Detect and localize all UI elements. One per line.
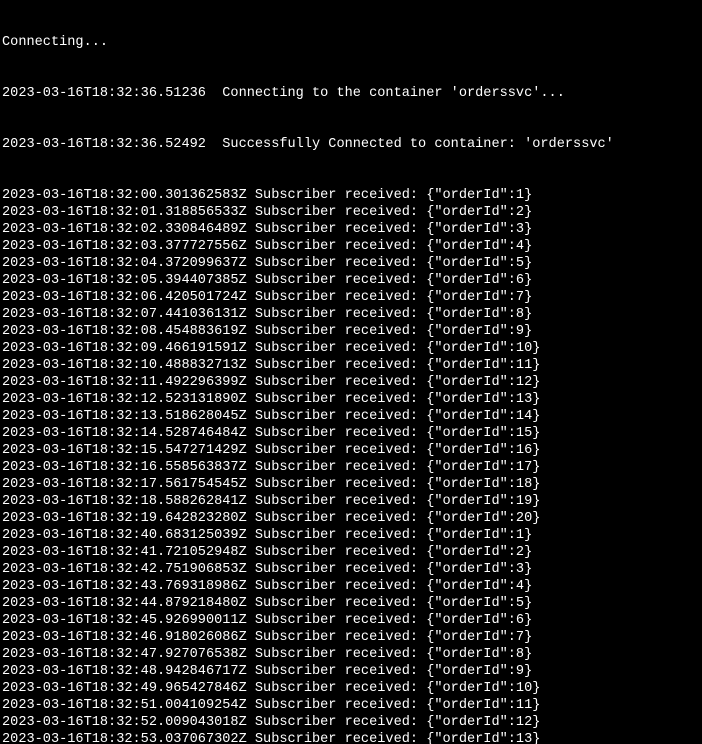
log-line: 2023-03-16T18:32:00.301362583Z Subscribe… xyxy=(2,187,700,204)
log-line: 2023-03-16T18:32:09.466191591Z Subscribe… xyxy=(2,340,700,357)
status-connected: 2023-03-16T18:32:36.52492 Successfully C… xyxy=(2,136,700,153)
log-line: 2023-03-16T18:32:18.588262841Z Subscribe… xyxy=(2,493,700,510)
log-line: 2023-03-16T18:32:19.642823280Z Subscribe… xyxy=(2,510,700,527)
log-line: 2023-03-16T18:32:05.394407385Z Subscribe… xyxy=(2,272,700,289)
log-line: 2023-03-16T18:32:49.965427846Z Subscribe… xyxy=(2,680,700,697)
log-line: 2023-03-16T18:32:16.558563837Z Subscribe… xyxy=(2,459,700,476)
log-line: 2023-03-16T18:32:52.009043018Z Subscribe… xyxy=(2,714,700,731)
log-lines: 2023-03-16T18:32:00.301362583Z Subscribe… xyxy=(2,187,700,744)
status-connect-attempt: 2023-03-16T18:32:36.51236 Connecting to … xyxy=(2,85,700,102)
status-connecting: Connecting... xyxy=(2,34,700,51)
log-line: 2023-03-16T18:32:40.683125039Z Subscribe… xyxy=(2,527,700,544)
log-line: 2023-03-16T18:32:15.547271429Z Subscribe… xyxy=(2,442,700,459)
log-line: 2023-03-16T18:32:53.037067302Z Subscribe… xyxy=(2,731,700,744)
log-line: 2023-03-16T18:32:08.454883619Z Subscribe… xyxy=(2,323,700,340)
log-line: 2023-03-16T18:32:14.528746484Z Subscribe… xyxy=(2,425,700,442)
log-line: 2023-03-16T18:32:06.420501724Z Subscribe… xyxy=(2,289,700,306)
log-line: 2023-03-16T18:32:03.377727556Z Subscribe… xyxy=(2,238,700,255)
log-line: 2023-03-16T18:32:42.751906853Z Subscribe… xyxy=(2,561,700,578)
log-line: 2023-03-16T18:32:07.441036131Z Subscribe… xyxy=(2,306,700,323)
log-line: 2023-03-16T18:32:41.721052948Z Subscribe… xyxy=(2,544,700,561)
terminal-output[interactable]: Connecting... 2023-03-16T18:32:36.51236 … xyxy=(0,0,702,744)
log-line: 2023-03-16T18:32:04.372099637Z Subscribe… xyxy=(2,255,700,272)
log-line: 2023-03-16T18:32:13.518628045Z Subscribe… xyxy=(2,408,700,425)
log-line: 2023-03-16T18:32:44.879218480Z Subscribe… xyxy=(2,595,700,612)
log-line: 2023-03-16T18:32:01.318856533Z Subscribe… xyxy=(2,204,700,221)
log-line: 2023-03-16T18:32:11.492296399Z Subscribe… xyxy=(2,374,700,391)
log-line: 2023-03-16T18:32:51.004109254Z Subscribe… xyxy=(2,697,700,714)
log-line: 2023-03-16T18:32:02.330846489Z Subscribe… xyxy=(2,221,700,238)
log-line: 2023-03-16T18:32:12.523131890Z Subscribe… xyxy=(2,391,700,408)
log-line: 2023-03-16T18:32:46.918026086Z Subscribe… xyxy=(2,629,700,646)
log-line: 2023-03-16T18:32:10.488832713Z Subscribe… xyxy=(2,357,700,374)
log-line: 2023-03-16T18:32:45.926990011Z Subscribe… xyxy=(2,612,700,629)
log-line: 2023-03-16T18:32:47.927076538Z Subscribe… xyxy=(2,646,700,663)
log-line: 2023-03-16T18:32:43.769318986Z Subscribe… xyxy=(2,578,700,595)
log-line: 2023-03-16T18:32:48.942846717Z Subscribe… xyxy=(2,663,700,680)
log-line: 2023-03-16T18:32:17.561754545Z Subscribe… xyxy=(2,476,700,493)
